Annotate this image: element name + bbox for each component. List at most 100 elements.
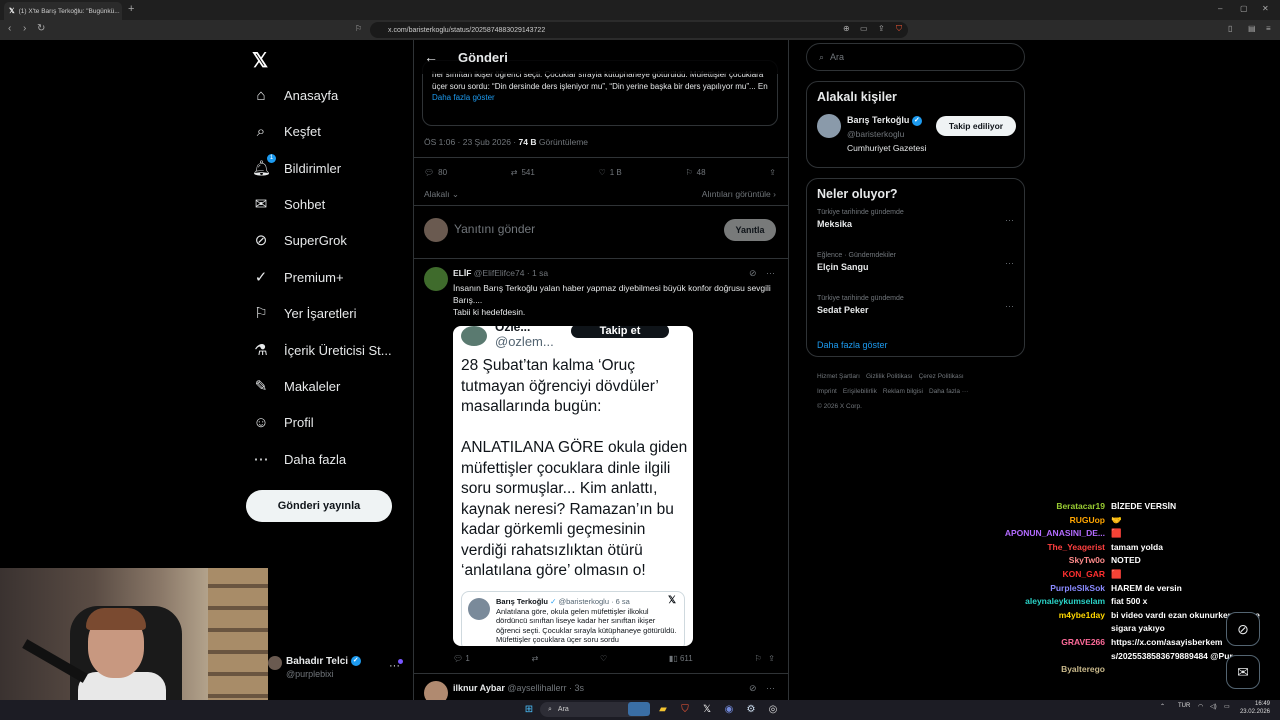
post-button[interactable]: Gönderi yayınla	[246, 490, 392, 522]
grok-icon[interactable]: ⊘	[749, 268, 757, 279]
share-icon[interactable]: ⇪	[878, 24, 885, 33]
avatar[interactable]	[424, 218, 448, 242]
nav-item[interactable]: ✉ Sohbet	[252, 190, 326, 218]
battery-icon[interactable]: ▭	[1224, 703, 1230, 710]
stream-chat-overlay: Beratacar19 BİZEDE VERSİN RUGUop 🤝 APONUN_AN…	[995, 500, 1280, 677]
footer-link[interactable]: Reklam bilgisi	[883, 388, 923, 395]
more-options-icon[interactable]: ···	[1005, 301, 1014, 311]
footer-link[interactable]: Erişilebilirlik	[843, 388, 877, 395]
share-action[interactable]: ⇪	[769, 168, 776, 177]
sidebar-toggle-icon[interactable]: ▯	[1228, 24, 1232, 33]
tray-language[interactable]: TUR	[1178, 703, 1190, 709]
wallet-icon[interactable]: ▤	[1248, 24, 1256, 33]
menu-icon[interactable]: ≡	[1266, 24, 1271, 33]
new-tab-button[interactable]: +	[128, 3, 134, 15]
minimize-icon[interactable]: –	[1218, 4, 1222, 13]
bookmark-icon[interactable]: ⚐	[754, 654, 761, 663]
address-bar[interactable]: x.com/baristerkoglu/status/2025874883029…	[370, 22, 908, 38]
brave-browser-icon[interactable]: ⛉	[678, 702, 692, 716]
bookmark-action[interactable]: ⚐ 48	[685, 168, 705, 177]
view-quotes-link[interactable]: Alıntıları görüntüle ›	[702, 189, 776, 200]
author-name[interactable]: ilknur Aybar	[453, 683, 505, 693]
footer-link[interactable]: Gizlilik Politikası	[866, 373, 913, 380]
avatar[interactable]	[424, 267, 448, 291]
nav-item[interactable]: ⌕ Keşfet	[252, 117, 321, 145]
nav-item[interactable]: ✎ Makaleler	[252, 372, 341, 400]
author-name[interactable]: ELİF	[453, 268, 471, 278]
nav-item[interactable]: ☺ Profil	[252, 408, 313, 436]
windows-start-icon[interactable]: ⊞	[522, 702, 536, 716]
maximize-icon[interactable]: ▢	[1240, 4, 1248, 13]
tray-chevron-icon[interactable]: ⌃	[1160, 703, 1165, 710]
messages-float-button[interactable]: ✉	[1226, 655, 1260, 689]
back-icon[interactable]: ‹	[8, 23, 11, 34]
footer-link[interactable]: Imprint	[817, 388, 837, 395]
trend-item[interactable]: Türkiye tarihinde gündemde Sedat Peker ···	[807, 295, 1024, 334]
wifi-icon[interactable]: ◠	[1198, 703, 1203, 710]
x-app-icon[interactable]: 𝕏	[700, 702, 714, 716]
show-more-link[interactable]: Daha fazla göster	[432, 92, 768, 104]
footer-link[interactable]: Çerez Politikası	[919, 373, 964, 380]
views-action[interactable]: ▮▯ 611	[669, 654, 693, 663]
author-handle[interactable]: @ElifElifce74	[474, 268, 525, 278]
reply-input[interactable]: Yanıtını gönder	[454, 222, 535, 236]
footer-link[interactable]: © 2026 X Corp.	[817, 403, 862, 410]
widgets-icon[interactable]	[628, 702, 650, 716]
nav-item[interactable]: ⚗ İçerik Üreticisi St...	[252, 336, 391, 364]
footer-link[interactable]: Hizmet Şartları	[817, 373, 860, 380]
bookmark-share[interactable]: ⚐ ⇪	[754, 654, 775, 663]
file-explorer-icon[interactable]: ▰	[656, 702, 670, 716]
more-options-icon[interactable]: ···	[766, 268, 775, 278]
nav-item[interactable]: ⚐ Yer İşaretleri	[252, 299, 356, 327]
more-options-icon[interactable]: ···	[1005, 215, 1014, 225]
bookmark-page-icon[interactable]: ⚐	[355, 24, 362, 33]
account-switcher[interactable]: Bahadır Telci ✓ @purplebixi	[286, 656, 361, 679]
taskbar-clock[interactable]: 16:49 23.02.2026	[1236, 700, 1270, 716]
like-action[interactable]: ♡ 1 B	[599, 168, 622, 177]
more-options-icon[interactable]: ···	[1005, 258, 1014, 268]
grok-float-button[interactable]: ⊘	[1226, 612, 1260, 646]
nav-item[interactable]: ✓ Premium+	[252, 263, 344, 291]
footer-link[interactable]: Daha fazla ···	[929, 388, 968, 395]
reload-icon[interactable]: ↻	[37, 23, 45, 34]
grok-icon[interactable]: ⊘	[749, 683, 757, 694]
heart-icon[interactable]: ♡	[600, 654, 607, 663]
nav-item[interactable]: ⌂ Anasayfa	[252, 81, 338, 109]
following-button[interactable]: Takip ediliyor	[936, 116, 1016, 136]
person-row[interactable]: Barış Terkoğlu ✓ @baristerkoglu Cumhuriy…	[807, 112, 1024, 164]
nav-item[interactable]: ⋯ Daha fazla	[252, 445, 347, 473]
reply-action[interactable]: 💬︎ 80	[424, 168, 447, 177]
obs-icon[interactable]: ◎	[766, 702, 780, 716]
author-handle[interactable]: @aysellihallerr	[507, 683, 566, 693]
share-icon[interactable]: ⇪	[768, 654, 775, 663]
volume-icon[interactable]: ◁)	[1210, 703, 1217, 710]
zoom-icon[interactable]: ⊕	[843, 24, 850, 33]
show-more-trends-link[interactable]: Daha fazla göster	[807, 334, 1024, 350]
x-logo-icon[interactable]: 𝕏	[252, 48, 268, 73]
reply-button[interactable]: Yanıtla	[724, 219, 776, 241]
back-arrow-icon[interactable]: ←	[424, 49, 438, 65]
steam-icon[interactable]: ⚙	[744, 702, 758, 716]
avatar[interactable]	[817, 114, 841, 138]
window-close-icon[interactable]: ✕	[1262, 4, 1269, 13]
browser-tab[interactable]: 𝕏 (1) X'te Barış Terkoğlu: "Bugünkü... ×	[4, 2, 122, 20]
trend-item[interactable]: Eğlence · Gündemdekiler Elçin Sangu ···	[807, 252, 1024, 291]
retweet-icon[interactable]: ⇄	[532, 654, 539, 663]
nav-item[interactable]: 🔔︎ 1 Bildirimler	[252, 154, 341, 182]
discord-icon[interactable]: ◉	[722, 702, 736, 716]
cast-icon[interactable]: ▭	[860, 24, 868, 33]
reply-action[interactable]: 💬︎ 1	[453, 654, 470, 663]
retweet-action[interactable]: ⇄ 541	[511, 168, 535, 177]
forward-icon[interactable]: ›	[23, 23, 26, 34]
account-avatar[interactable]	[268, 656, 282, 670]
attached-screenshot[interactable]: Özle... Takip et @ozlem... 28 Şubat’tan …	[453, 326, 693, 646]
sort-relevant-dropdown[interactable]: Alakalı ⌄	[424, 189, 459, 200]
nav-item[interactable]: ⊘ SuperGrok	[252, 226, 347, 254]
reply-tweet-header: ELİF @ElifElifce74 · 1 sa	[453, 268, 548, 278]
tweet-timestamp[interactable]: · 3s	[569, 683, 584, 693]
more-options-icon[interactable]: ···	[766, 683, 775, 693]
search-input[interactable]: ⌕ Ara	[806, 43, 1025, 71]
brave-shield-icon[interactable]: ⛉	[896, 24, 902, 34]
trend-item[interactable]: Türkiye tarihinde gündemde Meksika ···	[807, 209, 1024, 248]
tweet-timestamp[interactable]: · 1 sa	[527, 268, 548, 278]
